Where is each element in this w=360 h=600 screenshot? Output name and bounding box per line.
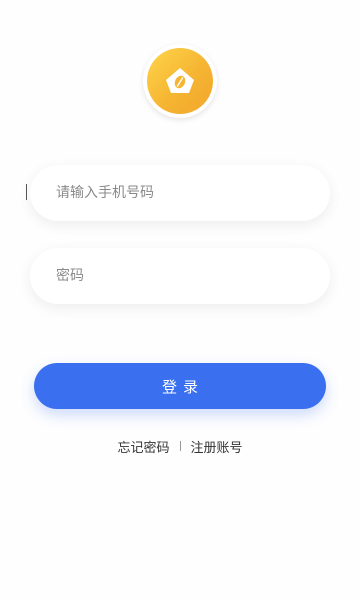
app-logo-icon [166, 68, 194, 93]
register-link[interactable]: 注册账号 [191, 437, 243, 456]
password-input[interactable] [56, 248, 306, 304]
phone-field[interactable] [30, 165, 330, 221]
password-field[interactable] [30, 248, 330, 304]
login-button[interactable]: 登录 [34, 363, 326, 409]
phone-input[interactable] [56, 165, 306, 221]
app-logo-badge [147, 48, 213, 114]
text-cursor [26, 184, 27, 200]
link-divider [179, 441, 181, 451]
forgot-password-link[interactable]: 忘记密码 [117, 437, 169, 456]
auth-links: 忘记密码 注册账号 [0, 436, 360, 456]
app-logo [143, 44, 217, 118]
login-screen: 登录 忘记密码 注册账号 [0, 0, 360, 600]
